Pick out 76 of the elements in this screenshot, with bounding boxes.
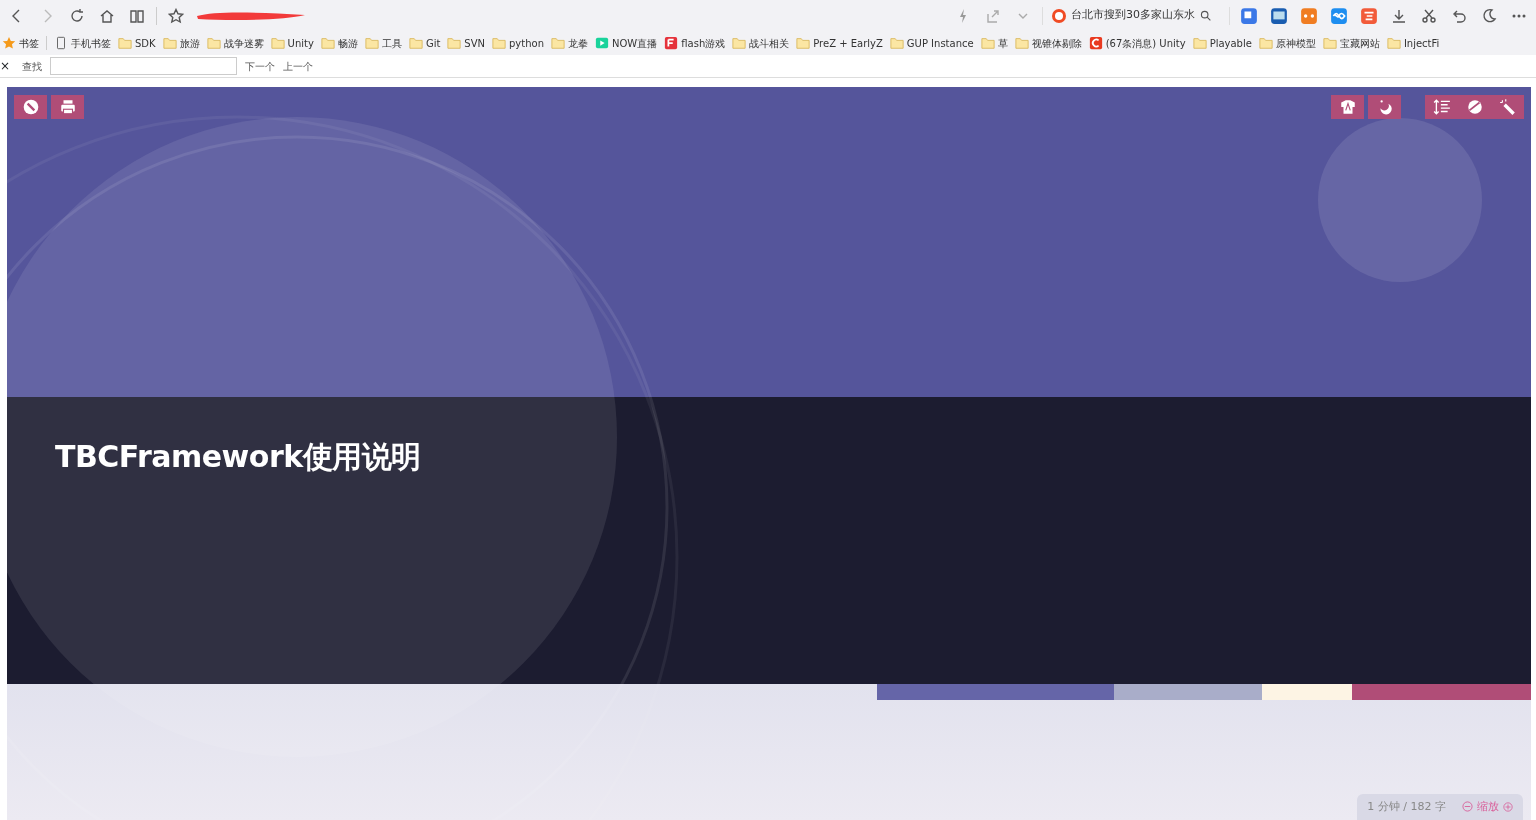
star-icon [2,36,16,50]
previous-button[interactable]: 上一个 [283,58,314,74]
bookmark[interactable]: NOW直播 [595,35,658,51]
flash-site-icon [664,36,679,50]
bookmark[interactable]: Git [408,35,441,51]
folder-icon [1192,36,1207,50]
bookmark[interactable]: 战斗相关 [732,35,790,51]
folder-icon [980,36,995,50]
find-label: 查找 [22,59,43,74]
bookmark[interactable]: python [492,35,544,51]
bookmark[interactable]: SVN [447,35,485,51]
find-field[interactable] [50,57,238,75]
search-box[interactable]: 台北市搜到30多家山东水 [1051,7,1221,24]
print-button[interactable] [51,95,84,119]
share-icon [985,7,1001,24]
document-title: TBCFramework使用说明 [55,438,422,476]
reload-icon [69,7,85,24]
search-icon [1199,9,1212,22]
bookmark[interactable]: 宝藏网站 [1322,35,1380,51]
reader-icon [129,7,145,24]
more-icon [1512,13,1526,18]
close-button[interactable]: × [0,60,11,72]
bookmark[interactable]: 手机书签 [54,35,111,51]
bookmark[interactable]: flash游戏 [664,35,726,51]
bookmark[interactable]: Unity [270,35,314,51]
bookmark[interactable]: 工具 [364,35,402,51]
zoom-in-icon [1503,801,1513,812]
bookmark[interactable]: 原神模型 [1258,35,1316,51]
folder-icon [1258,36,1273,50]
folder-icon [551,36,565,50]
shirt-icon [1338,98,1357,116]
bookmark[interactable]: 龙拳 [551,35,588,51]
bookmark[interactable]: 书签 [2,35,39,51]
line-spacing-icon [1432,98,1451,116]
folder-icon [320,36,335,50]
star-icon [168,7,184,24]
bookmark[interactable]: Playable [1192,35,1252,51]
bookmark[interactable]: 战争迷雾 [206,35,264,51]
folder-icon [206,36,221,50]
bookmark[interactable]: 视锥体剔除 [1014,35,1082,51]
folder-icon [1014,36,1029,50]
bookmark[interactable]: 草 [980,35,1008,51]
contrast-icon [1465,98,1484,116]
csdn-site-icon [1088,36,1103,50]
folder-icon [408,36,423,50]
shirt-button[interactable] [1331,95,1364,119]
folder-icon [162,36,177,50]
print-icon [58,98,77,116]
folder-icon [492,36,506,50]
bookmark[interactable]: SDK [118,35,156,51]
bookmark[interactable]: InjectFi [1386,35,1440,51]
folder-icon [447,36,462,50]
bookmark[interactable]: GUP Instance [889,35,974,51]
folder-icon [889,36,904,50]
folder-icon [796,36,811,50]
download-icon [1391,7,1407,24]
home-icon [99,7,115,24]
reading-time: 1 分钟 / 182 字 [1367,798,1446,815]
bookmark[interactable]: PreZ + EarlyZ [796,35,883,51]
scissors-icon [1421,7,1437,24]
bookmark[interactable]: (67条消息) Unity [1088,35,1186,51]
next-button[interactable]: 下一个 [245,58,276,74]
play-icon [595,36,609,50]
phone-icon [54,36,68,50]
folder-icon [118,36,132,50]
night-mode-icon [1481,7,1497,24]
folder-icon [270,36,285,50]
moon-button[interactable] [1368,95,1401,119]
bookmark[interactable]: 旅游 [162,35,200,51]
folder-icon [1386,36,1401,50]
magic-wand-icon [1498,98,1517,116]
folder-icon [1322,36,1337,50]
zoom-out-icon [1462,801,1473,813]
folder-icon [732,36,747,50]
folder-icon [364,36,379,50]
bookmark[interactable]: 畅游 [320,35,358,51]
